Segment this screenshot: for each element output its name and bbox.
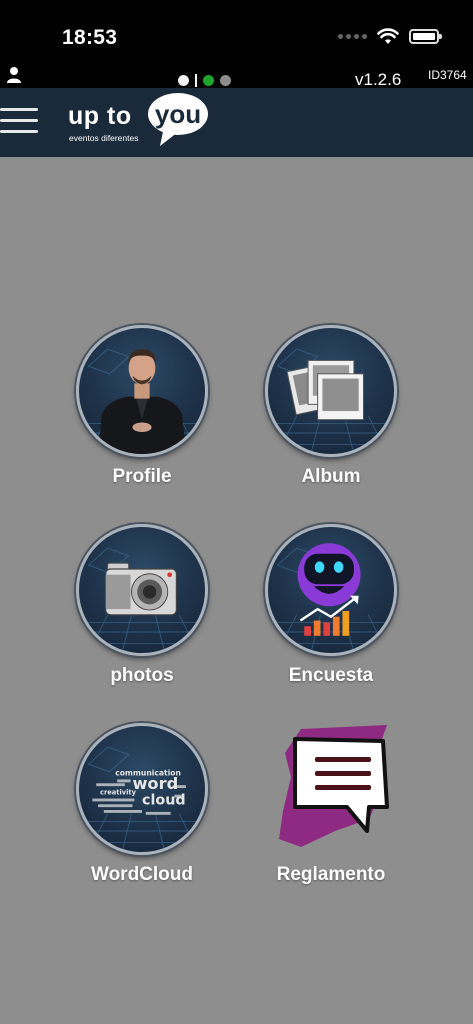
- battery-icon: [409, 29, 442, 44]
- menu-label-wordcloud: WordCloud: [90, 864, 193, 885]
- menu-tile-reglamento[interactable]: Reglamento: [251, 723, 411, 886]
- logo-text-you: you: [154, 99, 202, 129]
- home-indicator: [164, 1008, 309, 1013]
- robot-chart-icon: [265, 524, 397, 656]
- user-icon: [7, 67, 21, 83]
- speech-bubble-icon: [265, 723, 397, 855]
- main-menu-area: Profile Album photos Encuesta communicat…: [0, 157, 473, 1024]
- logo-tagline: eventos diferentes: [69, 133, 139, 143]
- word-cloud-icon: communication word cloud creativity: [76, 723, 208, 855]
- app-logo: up to you eventos diferentes: [66, 88, 216, 150]
- status-icons: [338, 28, 442, 45]
- menu-label-encuesta: Encuesta: [288, 665, 374, 686]
- wordcloud-art-word-3: cloud: [142, 792, 186, 808]
- photo-album-icon: [265, 325, 397, 457]
- menu-tile-profile[interactable]: Profile: [62, 325, 222, 488]
- logo-text-upto: up to: [68, 102, 132, 130]
- menu-tile-encuesta[interactable]: Encuesta: [251, 524, 411, 687]
- app-version: v1.2.6: [355, 70, 402, 89]
- indicator-separator: [195, 74, 197, 87]
- info-bar: v1.2.6 ID3764: [0, 62, 473, 89]
- wordcloud-art-word-2: word: [132, 774, 178, 793]
- camera-icon: [76, 524, 208, 656]
- cellular-dots-icon: [338, 34, 367, 39]
- menu-tile-photos[interactable]: photos: [62, 524, 222, 687]
- device-id: ID3764: [428, 68, 467, 82]
- menu-label-album: Album: [301, 466, 361, 487]
- page-indicator-dot: [220, 75, 231, 86]
- menu-label-profile: Profile: [112, 466, 172, 487]
- menu-label-photos: photos: [110, 665, 174, 686]
- wordcloud-art-word-4: creativity: [100, 789, 137, 797]
- app-header: up to you eventos diferentes: [0, 88, 473, 157]
- menu-tile-album[interactable]: Album: [251, 325, 411, 488]
- profile-photo: [76, 325, 208, 457]
- menu-tile-wordcloud[interactable]: communication word cloud creativity Word…: [62, 723, 222, 886]
- status-bar: 18:53: [0, 0, 473, 62]
- status-time: 18:53: [62, 26, 118, 49]
- menu-label-reglamento: Reglamento: [276, 864, 386, 885]
- page-indicator-dot: [178, 75, 189, 86]
- wifi-icon: [377, 28, 399, 44]
- page-indicator-dot: [203, 75, 214, 86]
- hamburger-menu-icon[interactable]: [0, 108, 38, 136]
- page-indicators: [178, 74, 231, 87]
